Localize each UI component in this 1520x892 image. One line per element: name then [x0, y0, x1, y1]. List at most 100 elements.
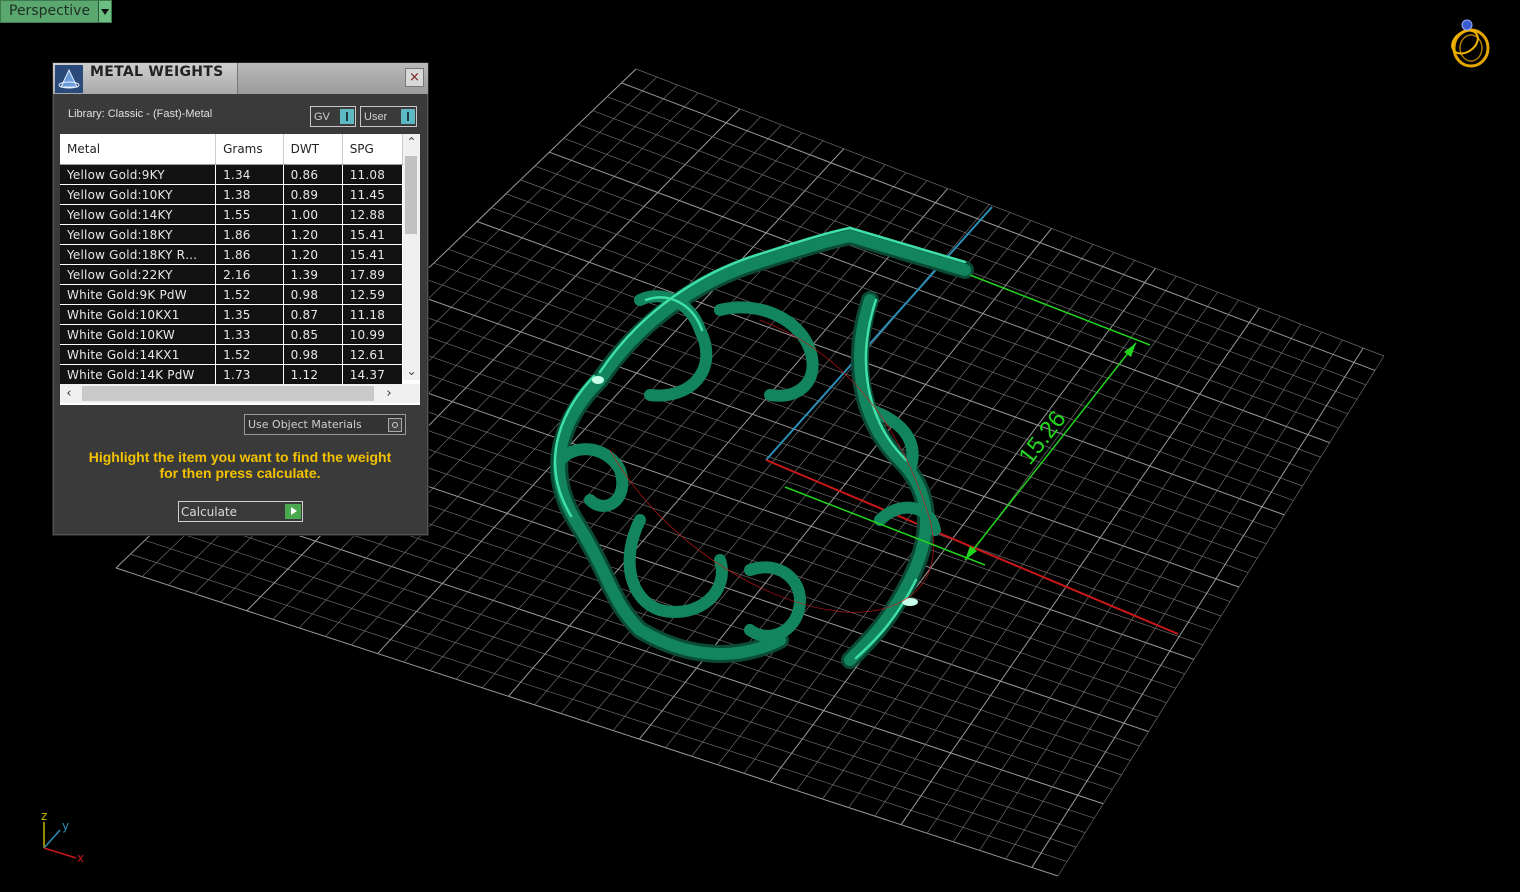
viewport-label[interactable]: Perspective [0, 0, 113, 23]
metal-cell: White Gold:9K PdW [60, 284, 217, 305]
gv-toggle[interactable]: GV [310, 106, 356, 127]
dwt-cell: 0.98 [283, 344, 343, 365]
scroll-right-icon[interactable]: › [380, 384, 398, 403]
axis-z-label: z [41, 809, 47, 823]
grams-cell: 1.52 [215, 284, 284, 305]
radio-icon[interactable] [388, 417, 402, 432]
table-row[interactable]: Yellow Gold:9KY 1.34 0.86 11.08 [60, 164, 404, 185]
metal-table: Metal Grams DWT SPG Yellow Gold:9KY 1.34 0… [60, 134, 420, 405]
table-row[interactable]: White Gold:9K PdW 1.52 0.98 12.59 [60, 284, 404, 305]
scroll-up-icon[interactable]: ⌃ [403, 134, 420, 151]
spg-cell: 15.41 [342, 224, 404, 245]
dwt-cell: 0.86 [283, 164, 343, 185]
table-row[interactable]: Yellow Gold:22KY 2.16 1.39 17.89 [60, 264, 404, 285]
user-toggle-label: User [364, 110, 388, 123]
dwt-cell: 0.87 [283, 304, 343, 325]
table-row[interactable]: White Gold:10KX1 1.35 0.87 11.18 [60, 304, 404, 325]
metal-cell: Yellow Gold:9KY [60, 164, 217, 185]
use-object-materials-option[interactable]: Use Object Materials [244, 414, 406, 435]
grams-cell: 1.86 [215, 244, 284, 265]
table-row[interactable]: White Gold:14KX1 1.52 0.98 12.61 [60, 344, 404, 365]
grams-cell: 1.86 [215, 224, 284, 245]
table-row[interactable]: Yellow Gold:18KY 1.86 1.20 15.41 [60, 224, 404, 245]
close-button[interactable]: × [405, 68, 424, 87]
spg-cell: 17.89 [342, 264, 404, 285]
horizontal-scroll-thumb[interactable] [82, 386, 374, 401]
user-toggle-switch-icon [401, 109, 415, 124]
spg-cell: 12.61 [342, 344, 404, 365]
pendant-model[interactable] [550, 226, 974, 669]
dwt-cell: 1.20 [283, 244, 343, 265]
grid-line [563, 137, 1339, 429]
instruction-line-2: for then press calculate. [159, 465, 321, 481]
scroll-down-icon[interactable]: ⌄ [403, 363, 420, 380]
panel-title-bar[interactable]: METAL WEIGHTS × [53, 63, 428, 94]
panel-title-tab: METAL WEIGHTS [53, 63, 238, 94]
metal-cell: White Gold:14K PdW [60, 364, 217, 385]
calculate-button[interactable]: Calculate [178, 501, 303, 522]
grid-line [979, 331, 1322, 851]
table-row[interactable]: White Gold:10KW 1.33 0.85 10.99 [60, 324, 404, 345]
grid-line [1031, 347, 1364, 868]
spg-cell: 15.41 [342, 244, 404, 265]
table-row[interactable]: Yellow Gold:14KY 1.55 1.00 12.88 [60, 204, 404, 225]
metal-cell: Yellow Gold:14KY [60, 204, 217, 225]
spg-cell: 12.59 [342, 284, 404, 305]
grid-line [953, 323, 1302, 842]
grid-line [404, 290, 1240, 588]
metal-cell: White Gold:10KW [60, 324, 217, 345]
axis-x-label: x [77, 851, 84, 865]
axis-y-label: y [62, 819, 69, 833]
metal-cell: Yellow Gold:10KY [60, 184, 217, 205]
ring-gumball-icon[interactable] [1446, 16, 1498, 72]
grams-cell: 1.55 [215, 204, 284, 225]
grid-line [822, 284, 1198, 800]
panel-title: METAL WEIGHTS [90, 64, 224, 80]
grid-line [769, 268, 1156, 783]
column-header-dwt[interactable]: DWT [283, 134, 343, 165]
dwt-cell: 0.98 [283, 284, 343, 305]
spg-cell: 10.99 [342, 324, 404, 345]
viewport-menu-dropdown-icon[interactable] [98, 1, 112, 22]
axis-triad-icon: z y x [41, 809, 84, 865]
scroll-left-icon[interactable]: ‹ [60, 384, 78, 403]
metal-cell: White Gold:14KX1 [60, 344, 217, 365]
vertical-scroll-thumb[interactable] [405, 156, 417, 234]
table-horizontal-scrollbar[interactable]: ‹ › [60, 384, 420, 403]
table-vertical-scrollbar[interactable]: ⌃ ⌄ [403, 134, 420, 380]
instruction-text: Highlight the item you want to find the … [65, 449, 415, 481]
world-x-axis [765, 459, 1179, 635]
viewport-label-text: Perspective [9, 3, 91, 19]
dwt-cell: 0.85 [283, 324, 343, 345]
metal-weights-panel: METAL WEIGHTS × Library: Classic - (Fast… [52, 62, 429, 536]
metal-cell: Yellow Gold:18KY R… [60, 244, 217, 265]
grams-cell: 1.33 [215, 324, 284, 345]
dwt-cell: 1.12 [283, 364, 343, 385]
grid-line [606, 96, 1367, 386]
spg-cell: 14.37 [342, 364, 404, 385]
spg-cell: 11.08 [342, 164, 404, 185]
column-header-spg[interactable]: SPG [342, 134, 404, 165]
gv-toggle-switch-icon [340, 109, 354, 124]
dwt-cell: 0.89 [283, 184, 343, 205]
grams-cell: 1.38 [215, 184, 284, 205]
spg-cell: 11.18 [342, 304, 404, 325]
column-header-grams[interactable]: Grams [215, 134, 284, 165]
user-toggle[interactable]: User [360, 106, 417, 127]
spg-cell: 12.88 [342, 204, 404, 225]
table-row[interactable]: White Gold:14K PdW 1.73 1.12 14.37 [60, 364, 404, 385]
grid-line [900, 307, 1260, 825]
dwt-cell: 1.00 [283, 204, 343, 225]
grid-line [621, 82, 1376, 371]
table-row[interactable]: Yellow Gold:10KY 1.38 0.89 11.45 [60, 184, 404, 205]
column-header-metal[interactable]: Metal [60, 134, 217, 165]
dwt-cell: 1.39 [283, 264, 343, 285]
play-arrow-icon [285, 504, 301, 519]
grams-cell: 2.16 [215, 264, 284, 285]
metal-cell: Yellow Gold:22KY [60, 264, 217, 285]
table-row[interactable]: Yellow Gold:18KY R… 1.86 1.20 15.41 [60, 244, 404, 265]
grid-line [419, 276, 1249, 573]
dwt-cell: 1.20 [283, 224, 343, 245]
grams-cell: 1.34 [215, 164, 284, 185]
instruction-line-1: Highlight the item you want to find the … [88, 449, 392, 465]
